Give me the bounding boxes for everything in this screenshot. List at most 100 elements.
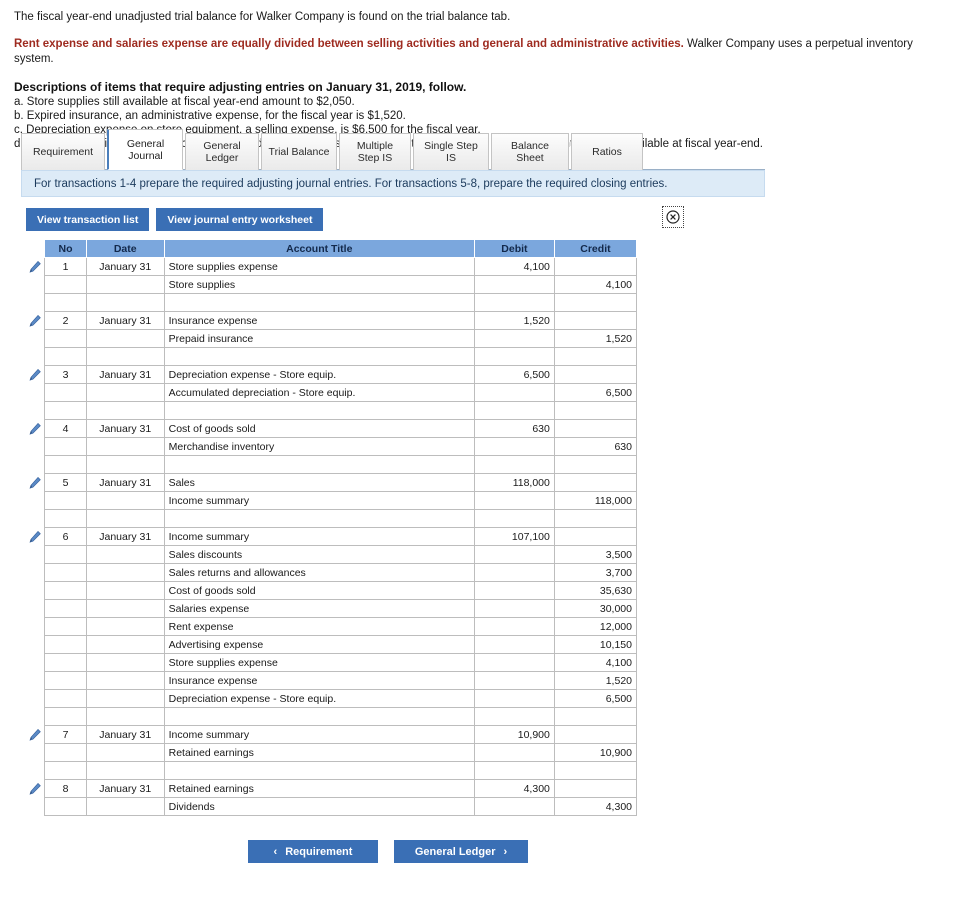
tab-single-step-is[interactable]: Single Step IS <box>413 133 489 170</box>
cell-account-title[interactable] <box>163 347 475 366</box>
cell-account-title[interactable]: Insurance expense <box>163 311 475 330</box>
cell-account-title[interactable]: Retained earnings <box>163 743 475 762</box>
cell-debit[interactable]: 6,500 <box>473 365 555 384</box>
edit-pencil-icon[interactable] <box>25 528 45 546</box>
cell-credit[interactable] <box>553 347 638 366</box>
cell-account-title[interactable]: Store supplies <box>163 275 475 294</box>
edit-pencil-icon[interactable] <box>25 312 45 330</box>
tab-ratios[interactable]: Ratios <box>571 133 643 170</box>
edit-pencil-icon[interactable] <box>25 420 45 438</box>
cell-no[interactable] <box>44 401 87 420</box>
cell-account-title[interactable]: Rent expense <box>163 617 475 636</box>
cell-credit[interactable]: 3,500 <box>553 545 638 564</box>
cell-debit[interactable] <box>473 653 555 672</box>
cell-debit[interactable]: 4,100 <box>473 257 555 276</box>
cell-credit[interactable]: 630 <box>553 437 638 456</box>
cell-no[interactable]: 5 <box>44 473 87 492</box>
cell-date[interactable] <box>85 707 165 726</box>
cell-date[interactable] <box>85 743 165 762</box>
cell-debit[interactable] <box>473 635 555 654</box>
cell-date[interactable] <box>85 563 165 582</box>
cell-date[interactable]: January 31 <box>85 779 165 798</box>
cell-no[interactable] <box>44 509 87 528</box>
cell-debit[interactable] <box>473 329 555 348</box>
cell-no[interactable] <box>44 383 87 402</box>
cell-no[interactable] <box>44 581 87 600</box>
cell-credit[interactable]: 1,520 <box>553 671 638 690</box>
cell-no[interactable] <box>44 635 87 654</box>
cell-credit[interactable] <box>553 365 638 384</box>
cell-date[interactable] <box>85 509 165 528</box>
cell-date[interactable]: January 31 <box>85 725 165 744</box>
cell-no[interactable]: 1 <box>44 257 87 276</box>
cell-no[interactable] <box>44 329 87 348</box>
cell-account-title[interactable]: Merchandise inventory <box>163 437 475 456</box>
cell-account-title[interactable]: Sales returns and allowances <box>163 563 475 582</box>
cell-account-title[interactable]: Salaries expense <box>163 599 475 618</box>
cell-credit[interactable]: 10,900 <box>553 743 638 762</box>
tab-requirement[interactable]: Requirement <box>21 133 105 170</box>
cell-credit[interactable] <box>553 293 638 312</box>
cell-no[interactable] <box>44 455 87 474</box>
cell-credit[interactable]: 6,500 <box>553 383 638 402</box>
cell-debit[interactable] <box>473 671 555 690</box>
cell-account-title[interactable]: Cost of goods sold <box>163 419 475 438</box>
cell-credit[interactable]: 6,500 <box>553 689 638 708</box>
cell-credit[interactable]: 4,300 <box>553 797 638 816</box>
cell-no[interactable] <box>44 617 87 636</box>
cell-date[interactable] <box>85 689 165 708</box>
cell-date[interactable]: January 31 <box>85 311 165 330</box>
cell-debit[interactable] <box>473 509 555 528</box>
cell-no[interactable] <box>44 743 87 762</box>
cell-debit[interactable] <box>473 599 555 618</box>
cell-account-title[interactable] <box>163 509 475 528</box>
edit-pencil-icon[interactable] <box>25 474 45 492</box>
cell-debit[interactable] <box>473 275 555 294</box>
cell-account-title[interactable]: Depreciation expense - Store equip. <box>163 689 475 708</box>
cell-credit[interactable] <box>553 473 638 492</box>
cell-no[interactable] <box>44 797 87 816</box>
cell-account-title[interactable] <box>163 707 475 726</box>
cell-date[interactable]: January 31 <box>85 419 165 438</box>
cell-no[interactable] <box>44 599 87 618</box>
cell-date[interactable] <box>85 581 165 600</box>
cell-date[interactable] <box>85 455 165 474</box>
cell-no[interactable] <box>44 437 87 456</box>
cell-debit[interactable]: 1,520 <box>473 311 555 330</box>
tab-general-ledger[interactable]: General Ledger <box>185 133 259 170</box>
cell-credit[interactable]: 3,700 <box>553 563 638 582</box>
cell-no[interactable] <box>44 347 87 366</box>
cell-credit[interactable]: 12,000 <box>553 617 638 636</box>
cell-account-title[interactable]: Accumulated depreciation - Store equip. <box>163 383 475 402</box>
view-transaction-list-button[interactable]: View transaction list <box>26 208 150 231</box>
cell-credit[interactable]: 4,100 <box>553 653 638 672</box>
cell-debit[interactable] <box>473 563 555 582</box>
cell-no[interactable]: 3 <box>44 365 87 384</box>
cell-credit[interactable] <box>553 311 638 330</box>
cell-date[interactable] <box>85 653 165 672</box>
cell-date[interactable] <box>85 617 165 636</box>
cell-debit[interactable] <box>473 491 555 510</box>
cell-credit[interactable] <box>553 761 638 780</box>
cell-credit[interactable] <box>553 401 638 420</box>
cell-account-title[interactable]: Store supplies expense <box>163 257 475 276</box>
cell-credit[interactable]: 35,630 <box>553 581 638 600</box>
cell-debit[interactable] <box>473 797 555 816</box>
cell-no[interactable] <box>44 563 87 582</box>
cell-account-title[interactable]: Depreciation expense - Store equip. <box>163 365 475 384</box>
view-journal-entry-worksheet-button[interactable]: View journal entry worksheet <box>156 208 324 231</box>
cell-account-title[interactable]: Dividends <box>163 797 475 816</box>
cell-account-title[interactable]: Advertising expense <box>163 635 475 654</box>
cell-date[interactable]: January 31 <box>85 365 165 384</box>
cell-date[interactable] <box>85 761 165 780</box>
cell-debit[interactable] <box>473 707 555 726</box>
cell-debit[interactable]: 10,900 <box>473 725 555 744</box>
edit-pencil-icon[interactable] <box>25 258 45 276</box>
cell-account-title[interactable] <box>163 455 475 474</box>
cell-credit[interactable] <box>553 257 638 276</box>
cell-debit[interactable] <box>473 689 555 708</box>
tab-general-journal[interactable]: General Journal <box>107 129 183 170</box>
cell-account-title[interactable]: Cost of goods sold <box>163 581 475 600</box>
cell-no[interactable]: 7 <box>44 725 87 744</box>
cell-no[interactable] <box>44 689 87 708</box>
